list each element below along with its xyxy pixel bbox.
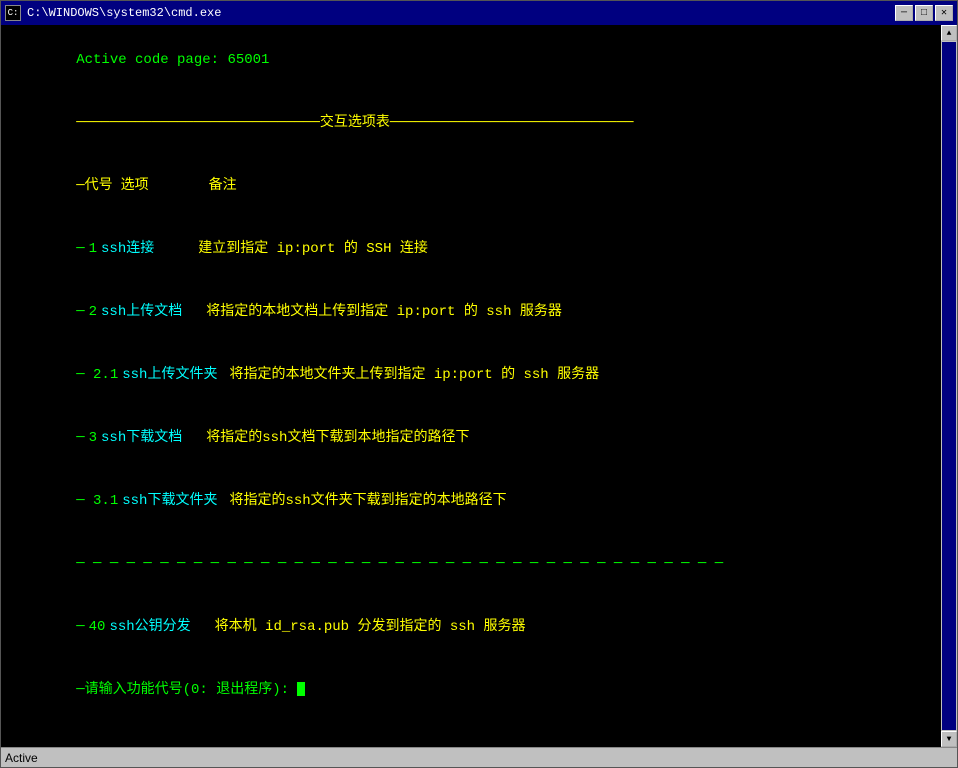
window-icon: C:: [5, 5, 21, 21]
cursor: [297, 682, 305, 696]
menu-item-2-1: ─ 2.1ssh上传文件夹将指定的本地文件夹上传到指定 ip:port 的 ss…: [9, 344, 937, 407]
menu-item-3: ─3ssh下载文档将指定的ssh文档下载到本地指定的路径下: [9, 407, 937, 470]
menu-item-1: ─1ssh连接建立到指定 ip:port 的 SSH 连接: [9, 218, 937, 281]
minimize-button[interactable]: ─: [895, 5, 913, 21]
title-bar-controls: ─ □ ✕: [895, 5, 953, 21]
scroll-up-button[interactable]: ▲: [941, 25, 957, 41]
title-bar: C: C:\WINDOWS\system32\cmd.exe ─ □ ✕: [1, 1, 957, 25]
menu-item-40: ─40ssh公钥分发将本机 id_rsa.pub 分发到指定的 ssh 服务器: [9, 596, 937, 659]
window: C: C:\WINDOWS\system32\cmd.exe ─ □ ✕ Act…: [0, 0, 958, 768]
menu-item-2: ─2ssh上传文档将指定的本地文档上传到指定 ip:port 的 ssh 服务器: [9, 281, 937, 344]
menu-header-line: ─────────────────────────────交互选项表──────…: [9, 92, 937, 155]
menu-item-3-1: ─ 3.1ssh下载文件夹将指定的ssh文件夹下载到指定的本地路径下: [9, 470, 937, 533]
status-text: Active: [5, 751, 38, 765]
title-bar-left: C: C:\WINDOWS\system32\cmd.exe: [5, 5, 221, 21]
scrollbar[interactable]: ▲ ▼: [941, 25, 957, 747]
separator-line: ─ ─ ─ ─ ─ ─ ─ ─ ─ ─ ─ ─ ─ ─ ─ ─ ─ ─ ─ ─ …: [9, 533, 937, 596]
window-title: C:\WINDOWS\system32\cmd.exe: [27, 6, 221, 20]
header-row: ─代号选项备注: [9, 155, 937, 218]
close-button[interactable]: ✕: [935, 5, 953, 21]
maximize-button[interactable]: □: [915, 5, 933, 21]
status-bar: Active: [1, 747, 957, 767]
active-code-line: Active code page: 65001: [9, 29, 937, 92]
terminal[interactable]: Active code page: 65001 ────────────────…: [1, 25, 957, 747]
prompt-line: ─请输入功能代号(0: 退出程序):: [9, 659, 937, 722]
scroll-down-button[interactable]: ▼: [941, 731, 957, 747]
